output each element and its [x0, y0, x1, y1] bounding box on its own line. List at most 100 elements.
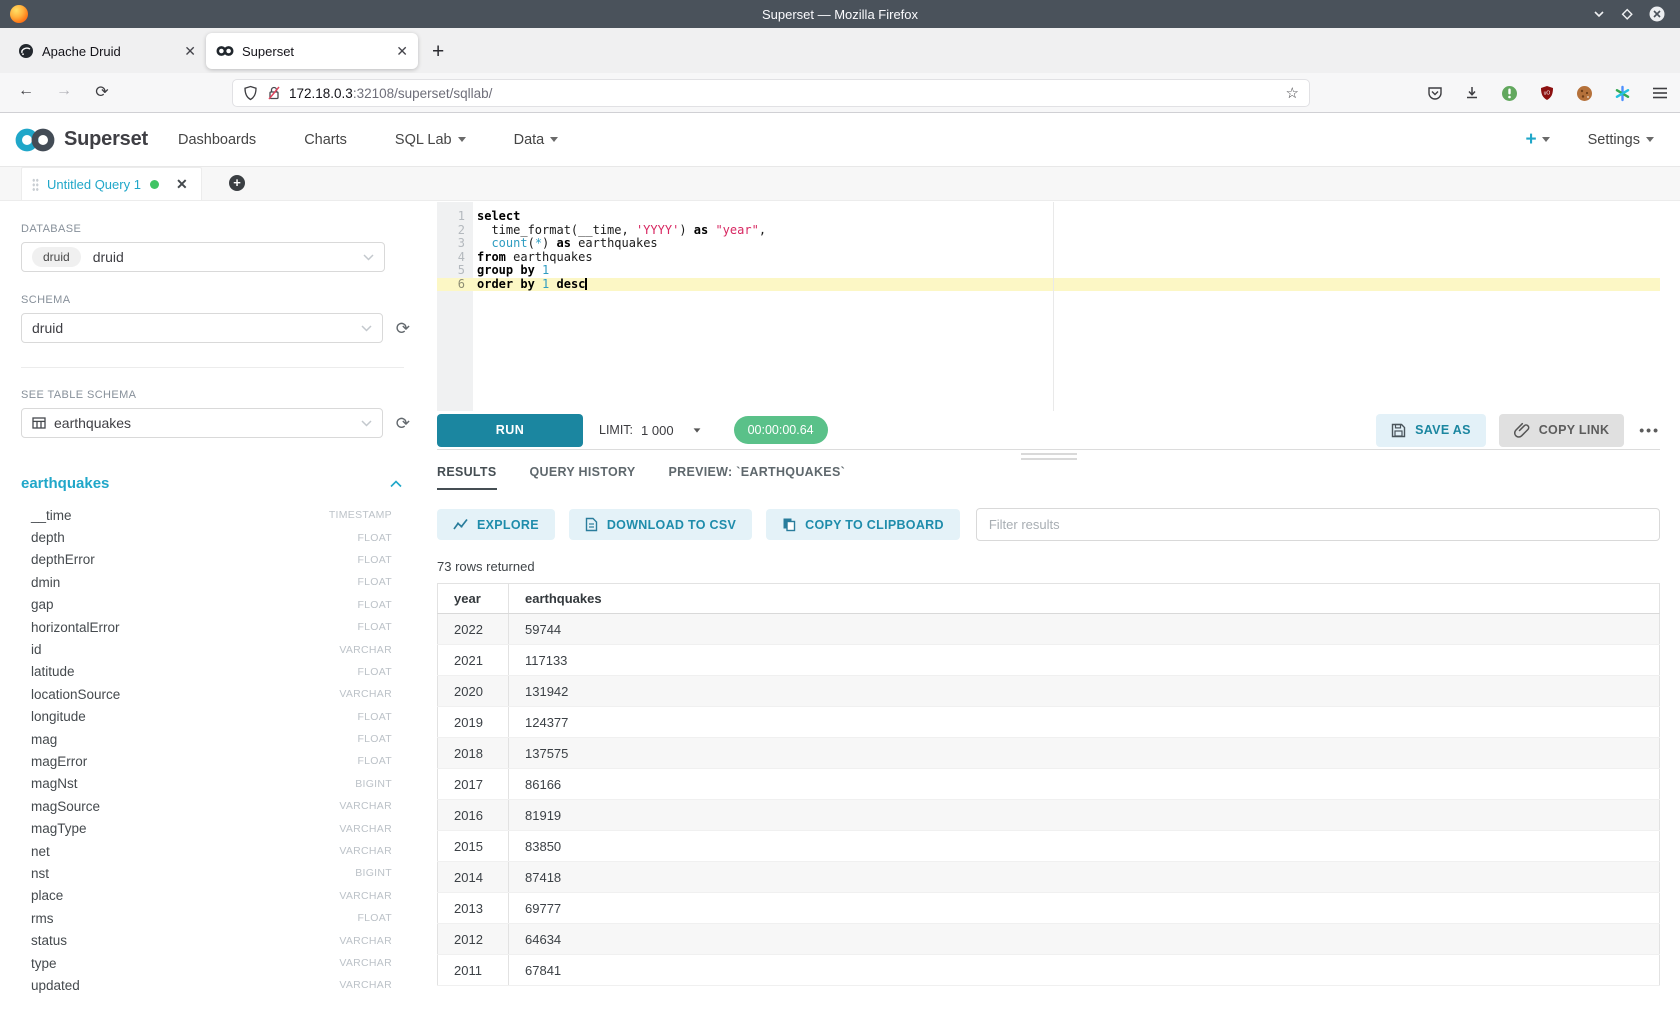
editor-code[interactable]: select time_format(__time, 'YYYY') as "y… [473, 202, 1660, 411]
extension-green-icon[interactable] [1501, 85, 1518, 102]
tab-preview-earthquakes[interactable]: PREVIEW: `EARTHQUAKES` [669, 465, 846, 490]
refresh-tables-icon[interactable]: ⟳ [396, 415, 410, 432]
save-as-button[interactable]: SAVE AS [1376, 414, 1486, 447]
column-row[interactable]: depthFLOAT [21, 526, 392, 548]
explore-button[interactable]: EXPLORE [437, 509, 555, 540]
filter-results-input[interactable] [976, 508, 1660, 541]
column-row[interactable]: typeVARCHAR [21, 952, 392, 974]
code-line[interactable]: count(*) as earthquakes [473, 237, 1660, 251]
bookmark-star-icon[interactable]: ☆ [1286, 84, 1299, 102]
table-section-title[interactable]: earthquakes [21, 475, 109, 492]
url-field[interactable]: 172.18.0.3:32108/superset/sqllab/ ☆ [232, 79, 1310, 107]
new-tab-button[interactable]: + [432, 41, 444, 62]
results-column-header[interactable]: year [438, 584, 509, 614]
query-tabbar: Untitled Query 1 ✕ + [0, 167, 1680, 201]
nav-item-charts[interactable]: Charts [304, 132, 347, 148]
column-row[interactable]: rmsFLOAT [21, 907, 392, 929]
database-select[interactable]: druid druid [21, 242, 385, 272]
column-row[interactable]: magNstBIGINT [21, 773, 392, 795]
limit-dropdown[interactable]: LIMIT: 1 000 [599, 423, 701, 438]
nav-item-sql-lab[interactable]: SQL Lab [395, 132, 466, 148]
column-row[interactable]: magErrorFLOAT [21, 750, 392, 772]
table-select[interactable]: earthquakes [21, 408, 383, 438]
code-line[interactable]: select [473, 210, 1660, 224]
column-row[interactable]: placeVARCHAR [21, 885, 392, 907]
schema-select[interactable]: druid [21, 313, 383, 343]
window-minimize-icon[interactable] [1592, 7, 1606, 21]
results-column-header[interactable]: earthquakes [509, 584, 1660, 614]
table-cell: 2017 [438, 769, 509, 800]
table-cell: 69777 [509, 893, 1660, 924]
run-button[interactable]: RUN [437, 414, 583, 447]
tab-results[interactable]: RESULTS [437, 465, 497, 490]
column-row[interactable]: dminFLOAT [21, 571, 392, 593]
tab-close-icon[interactable]: ✕ [396, 44, 408, 58]
column-name: magNst [31, 776, 78, 791]
column-name: magSource [31, 799, 100, 814]
nav-item-data[interactable]: Data [514, 132, 559, 148]
column-row[interactable]: statusVARCHAR [21, 929, 392, 951]
column-row[interactable]: __timeTIMESTAMP [21, 504, 392, 526]
column-row[interactable]: magTypeVARCHAR [21, 817, 392, 839]
column-type: FLOAT [357, 912, 392, 924]
code-line[interactable]: order by 1 desc [473, 278, 1660, 292]
column-row[interactable]: nstBIGINT [21, 862, 392, 884]
copy-clipboard-button[interactable]: COPY TO CLIPBOARD [766, 509, 960, 540]
sql-editor[interactable]: 123456 select time_format(__time, 'YYYY'… [437, 202, 1660, 411]
superset-logo[interactable]: Superset [12, 126, 148, 154]
column-type: VARCHAR [339, 644, 392, 656]
chevron-up-icon[interactable] [390, 480, 402, 488]
reload-icon[interactable]: ⟳ [90, 82, 114, 102]
window-maximize-icon[interactable] [1620, 7, 1634, 21]
menu-hamburger-icon[interactable] [1652, 86, 1668, 100]
download-icon[interactable] [1464, 85, 1480, 101]
forward-icon[interactable]: → [52, 82, 76, 100]
column-type: FLOAT [357, 599, 392, 611]
column-row[interactable]: netVARCHAR [21, 840, 392, 862]
query-tab-active[interactable]: Untitled Query 1 ✕ [21, 167, 202, 200]
column-row[interactable]: magSourceVARCHAR [21, 795, 392, 817]
column-row[interactable]: horizontalErrorFLOAT [21, 616, 392, 638]
column-row[interactable]: gapFLOAT [21, 594, 392, 616]
code-line[interactable]: time_format(__time, 'YYYY') as "year", [473, 224, 1660, 238]
query-tab-close-icon[interactable]: ✕ [176, 176, 188, 193]
column-row[interactable]: updatedVARCHAR [21, 974, 392, 996]
browser-tab-superset[interactable]: Superset ✕ [206, 33, 418, 69]
tab-close-icon[interactable]: ✕ [184, 44, 196, 58]
table-row: 201369777 [438, 893, 1660, 924]
browser-tab-druid[interactable]: Apache Druid ✕ [8, 33, 206, 69]
add-query-tab-button[interactable]: + [229, 175, 245, 191]
more-options-button[interactable]: ••• [1639, 422, 1660, 438]
column-row[interactable]: idVARCHAR [21, 638, 392, 660]
download-csv-button[interactable]: DOWNLOAD TO CSV [569, 509, 752, 540]
code-line[interactable]: group by 1 [473, 264, 1660, 278]
insecure-lock-icon[interactable] [267, 85, 281, 101]
splitter-drag-handle[interactable] [1021, 453, 1077, 463]
back-icon[interactable]: ← [14, 82, 38, 100]
column-row[interactable]: magFLOAT [21, 728, 392, 750]
refresh-schemas-icon[interactable]: ⟳ [396, 320, 410, 337]
pocket-icon[interactable] [1427, 85, 1443, 101]
firefox-logo-icon [10, 5, 28, 23]
column-row[interactable]: longitudeFLOAT [21, 706, 392, 728]
column-name: magType [31, 821, 87, 836]
shield-icon[interactable] [243, 85, 258, 101]
column-row[interactable]: latitudeFLOAT [21, 661, 392, 683]
window-close-icon[interactable] [1648, 5, 1666, 23]
brand-name: Superset [64, 128, 148, 151]
column-row[interactable]: depthErrorFLOAT [21, 549, 392, 571]
copy-link-button[interactable]: COPY LINK [1499, 414, 1625, 447]
column-row[interactable]: locationSourceVARCHAR [21, 683, 392, 705]
new-item-button[interactable]: + [1525, 129, 1549, 151]
nav-item-dashboards[interactable]: Dashboards [178, 132, 256, 148]
drag-handle-icon[interactable] [32, 178, 39, 191]
settings-menu[interactable]: Settings [1588, 132, 1654, 148]
ublock-icon[interactable]: uO [1539, 85, 1555, 101]
rows-returned-text: 73 rows returned [437, 559, 1660, 574]
tab-query-history[interactable]: QUERY HISTORY [530, 465, 636, 490]
code-line[interactable]: from earthquakes [473, 251, 1660, 265]
cookie-icon[interactable] [1576, 85, 1593, 102]
extension-asterisk-icon[interactable] [1614, 85, 1631, 102]
url-host: 172.18.0.3 [289, 86, 353, 101]
editor-gutter: 123456 [437, 202, 473, 411]
